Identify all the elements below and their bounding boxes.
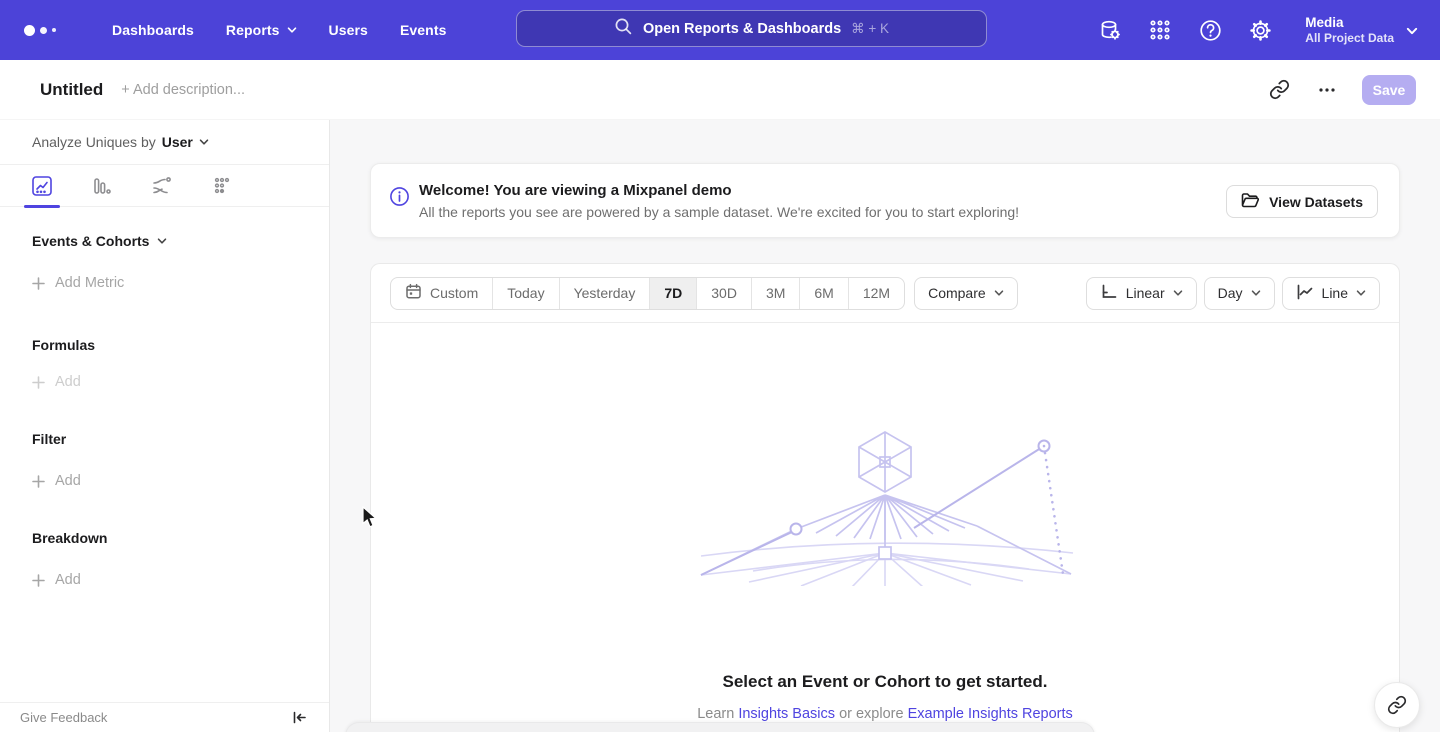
chart-type-dropdown[interactable]: Line [1282,277,1380,310]
info-icon [389,186,410,212]
chevron-down-icon [1251,285,1261,301]
nav-users[interactable]: Users [317,14,380,46]
breakdown-heading: Breakdown [32,530,329,546]
global-search-input[interactable]: Open Reports & Dashboards ⌘ + K [516,10,987,47]
banner-title: Welcome! You are viewing a Mixpanel demo [419,182,1019,199]
report-header-bar: Untitled + Add description... Save [0,60,1440,120]
search-placeholder: Open Reports & Dashboards [643,21,841,37]
compare-dropdown[interactable]: Compare [914,277,1018,310]
empty-state-title: Select an Event or Cohort to get started… [371,672,1399,692]
sidebar-footer: Give Feedback [0,702,329,732]
project-scope: All Project Data [1305,31,1394,46]
add-metric-button[interactable]: Add Metric [32,275,329,291]
chevron-down-icon [1356,285,1366,301]
date-range-3m[interactable]: 3M [752,278,800,309]
empty-state-hint: Learn Insights Basics or explore Example… [371,706,1399,722]
help-icon[interactable] [1197,17,1223,43]
welcome-banner: Welcome! You are viewing a Mixpanel demo… [370,163,1400,238]
collapse-sidebar-icon[interactable] [292,710,307,725]
formulas-heading: Formulas [32,337,329,353]
mixpanel-logo-icon[interactable] [24,25,68,36]
query-builder-sidebar: Analyze Uniques by User [0,120,330,732]
scale-dropdown[interactable]: Linear [1086,277,1197,310]
formulas-section: Formulas Add [0,337,329,390]
nav-reports[interactable]: Reports [214,14,309,46]
tab-scatter[interactable] [204,171,240,201]
main-content: Welcome! You are viewing a Mixpanel demo… [330,120,1440,732]
date-range-today[interactable]: Today [493,278,559,309]
mixpanel-insights-page: Dashboards Reports Users Events Open Rep… [0,0,1440,732]
date-range-12m[interactable]: 12M [849,278,904,309]
date-range-30d[interactable]: 30D [697,278,752,309]
filter-section: Filter Add [0,431,329,489]
add-filter-button[interactable]: Add [32,473,329,489]
line-chart-icon [1296,284,1314,303]
nav-utility-icons: Media All Project Data [1097,0,1416,60]
selected-tab-indicator [24,205,60,208]
save-button[interactable]: Save [1362,75,1416,105]
axis-scale-icon [1100,284,1118,303]
insights-chart-card: Custom Today Yesterday 7D 30D 3M 6M 12M … [370,263,1400,732]
project-name: Media [1305,14,1394,31]
search-shortcut: ⌘ + K [851,21,889,37]
folder-icon [1241,192,1260,212]
analyze-label: Analyze Uniques by [32,134,156,150]
chevron-down-icon [1173,285,1183,301]
chevron-down-icon [1406,25,1416,35]
calendar-icon [405,283,422,303]
date-range-7d[interactable]: 7D [650,278,697,309]
chart-display-controls: Linear Day [1086,277,1380,310]
search-icon [614,17,633,41]
report-title[interactable]: Untitled [40,80,103,100]
copy-link-icon[interactable] [1266,77,1292,103]
interval-dropdown[interactable]: Day [1204,277,1275,310]
floating-copy-link-button[interactable] [1374,682,1420,728]
chevron-down-icon [994,285,1004,301]
view-datasets-button[interactable]: View Datasets [1226,185,1378,218]
date-range-segmented-control: Custom Today Yesterday 7D 30D 3M 6M 12M [390,277,905,310]
breakdown-section: Breakdown Add [0,530,329,588]
project-switcher[interactable]: Media All Project Data [1305,14,1416,46]
empty-state: Select an Event or Cohort to get started… [371,324,1399,732]
example-insights-reports-link[interactable]: Example Insights Reports [908,706,1073,722]
chart-controls-row: Custom Today Yesterday 7D 30D 3M 6M 12M … [371,264,1399,323]
add-description-field[interactable]: + Add description... [121,82,245,98]
events-cohorts-section: Events & Cohorts Add Metric [0,233,329,291]
top-navigation-bar: Dashboards Reports Users Events Open Rep… [0,0,1440,60]
visualization-tabs [0,165,329,207]
date-range-custom[interactable]: Custom [391,278,493,309]
apps-grid-icon[interactable] [1147,17,1173,43]
banner-subtitle: All the reports you see are powered by a… [419,204,1019,220]
more-ellipsis-icon[interactable] [1314,77,1340,103]
date-range-yesterday[interactable]: Yesterday [560,278,651,309]
report-header-actions: Save [1266,75,1416,105]
add-formula-button[interactable]: Add [32,374,329,390]
empty-state-illustration [661,416,1111,591]
give-feedback-link[interactable]: Give Feedback [20,710,107,725]
events-cohorts-heading[interactable]: Events & Cohorts [32,233,329,249]
analyze-row: Analyze Uniques by User [0,120,329,165]
bottom-panel-edge[interactable] [345,722,1095,732]
tab-bar-chart[interactable] [84,171,120,201]
date-range-6m[interactable]: 6M [800,278,848,309]
tab-flow[interactable] [144,171,180,201]
nav-events[interactable]: Events [388,14,459,46]
add-breakdown-button[interactable]: Add [32,572,329,588]
analyze-unit-dropdown[interactable]: User [162,134,209,150]
data-management-icon[interactable] [1097,17,1123,43]
tab-line-chart[interactable] [24,171,60,201]
chevron-down-icon [287,25,297,35]
settings-gear-icon[interactable] [1247,17,1273,43]
insights-basics-link[interactable]: Insights Basics [738,706,835,722]
primary-nav: Dashboards Reports Users Events [100,14,458,46]
nav-dashboards[interactable]: Dashboards [100,14,206,46]
filter-heading: Filter [32,431,329,447]
